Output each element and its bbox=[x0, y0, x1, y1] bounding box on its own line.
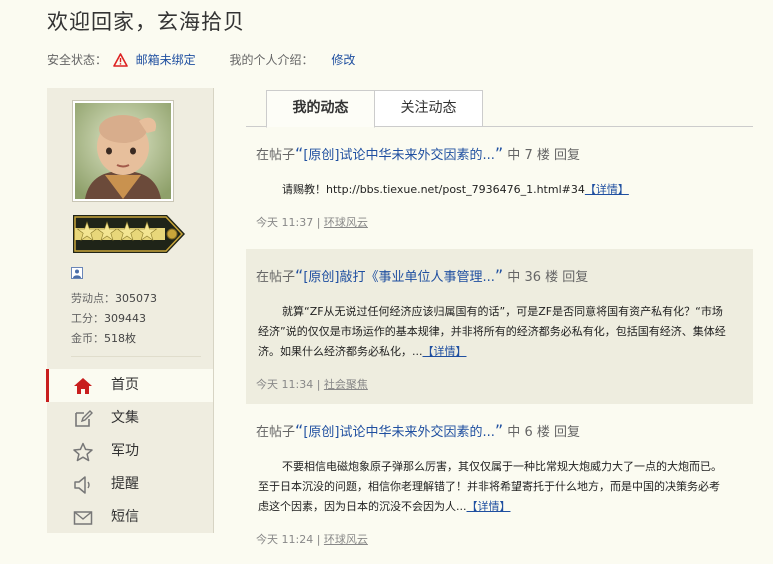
details-link[interactable]: 【详情】 bbox=[423, 345, 467, 358]
divider bbox=[71, 356, 201, 357]
stat-labor: 劳动点：305073 bbox=[71, 292, 157, 305]
stat-coins: 金币：518枚 bbox=[71, 332, 136, 345]
status-bar: 安全状态： 邮箱未绑定 我的个人介绍： 修改 bbox=[47, 51, 355, 70]
email-status-link[interactable]: 邮箱未绑定 bbox=[136, 53, 196, 67]
sidebar-nav: 首页 文集 军功 提醒 短信 bbox=[46, 369, 213, 534]
list-item: 在帖子“[原创]敲打《事业单位人事管理...” 中 36 楼 回复 就算“ZF从… bbox=[246, 249, 753, 404]
sidebar-item-merits[interactable]: 军功 bbox=[47, 435, 213, 468]
sidebar-item-home[interactable]: 首页 bbox=[46, 369, 213, 402]
avatar[interactable] bbox=[72, 100, 174, 202]
post-time: 今天 11:24 bbox=[256, 533, 314, 546]
home-icon bbox=[73, 376, 93, 396]
star-icon bbox=[73, 442, 93, 462]
reply-label: 回复 bbox=[554, 148, 581, 163]
warning-icon bbox=[113, 53, 128, 70]
tab-my-activity[interactable]: 我的动态 bbox=[266, 90, 375, 128]
list-item: 在帖子“[原创]试论中华未来外交因素的...” 中 7 楼 回复 请赐教！htt… bbox=[246, 127, 753, 249]
stat-workpoints: 工分：309443 bbox=[71, 312, 146, 325]
rank-badge bbox=[71, 213, 187, 259]
sidebar-item-articles[interactable]: 文集 bbox=[47, 402, 213, 435]
forum-link[interactable]: 社会聚焦 bbox=[324, 378, 368, 391]
sidebar-item-reminders[interactable]: 提醒 bbox=[47, 468, 213, 501]
sidebar-item-messages[interactable]: 短信 bbox=[47, 501, 213, 534]
post-header: 在帖子“[原创]敲打《事业单位人事管理...” 中 36 楼 回复 bbox=[256, 266, 589, 285]
post-title-link[interactable]: [原创]试论中华未来外交因素的... bbox=[303, 425, 495, 440]
post-meta: 今天 11:24 | 环球风云 bbox=[256, 533, 368, 546]
security-label: 安全状态： bbox=[47, 53, 108, 67]
reply-label: 回复 bbox=[554, 425, 581, 440]
forum-link[interactable]: 环球风云 bbox=[324, 533, 368, 546]
user-card-icon[interactable] bbox=[71, 264, 83, 283]
sidebar: 劳动点：305073 工分：309443 金币：518枚 首页 文集 军功 提醒… bbox=[46, 88, 214, 534]
post-body: 请赐教！http://bbs.tiexue.net/post_7936476_1… bbox=[282, 183, 629, 196]
post-body: 就算“ZF从无说过任何经济应该归属国有的话”，可是ZF是否同意将国有资产私有化？… bbox=[258, 305, 726, 358]
post-body: 不要相信电磁炮象原子弹那么厉害，其仅仅属于一种比常规大炮威力大了一点的大炮而已。… bbox=[258, 460, 722, 513]
post-time: 今天 11:34 bbox=[256, 378, 314, 391]
forum-link[interactable]: 环球风云 bbox=[324, 216, 368, 229]
list-item: 在帖子“[原创]试论中华未来外交因素的...” 中 6 楼 回复 不要相信电磁炮… bbox=[246, 404, 753, 564]
post-title-link[interactable]: [原创]试论中华未来外交因素的... bbox=[303, 148, 495, 163]
feed-tabs: 我的动态 关注动态 bbox=[246, 90, 753, 128]
details-link[interactable]: 【详情】 bbox=[467, 500, 511, 513]
post-meta: 今天 11:37 | 环球风云 bbox=[256, 216, 368, 229]
post-time: 今天 11:37 bbox=[256, 216, 314, 229]
activity-feed: 在帖子“[原创]试论中华未来外交因素的...” 中 7 楼 回复 请赐教！htt… bbox=[246, 127, 753, 564]
details-link[interactable]: 【详情】 bbox=[585, 183, 629, 196]
page-title: 欢迎回家，玄海拾贝 bbox=[47, 10, 245, 34]
edit-intro-link[interactable]: 修改 bbox=[331, 53, 355, 67]
post-header: 在帖子“[原创]试论中华未来外交因素的...” 中 7 楼 回复 bbox=[256, 144, 581, 163]
tab-following-activity[interactable]: 关注动态 bbox=[374, 90, 483, 127]
user-stats: 劳动点：305073 工分：309443 金币：518枚 bbox=[71, 289, 157, 349]
post-header: 在帖子“[原创]试论中华未来外交因素的...” 中 6 楼 回复 bbox=[256, 421, 581, 440]
intro-label: 我的个人介绍： bbox=[229, 53, 314, 67]
edit-icon bbox=[73, 409, 93, 429]
speaker-icon bbox=[73, 475, 93, 495]
reply-label: 回复 bbox=[562, 270, 589, 285]
mail-icon bbox=[73, 508, 93, 528]
post-meta: 今天 11:34 | 社会聚焦 bbox=[256, 378, 368, 391]
post-title-link[interactable]: [原创]敲打《事业单位人事管理... bbox=[303, 270, 495, 285]
